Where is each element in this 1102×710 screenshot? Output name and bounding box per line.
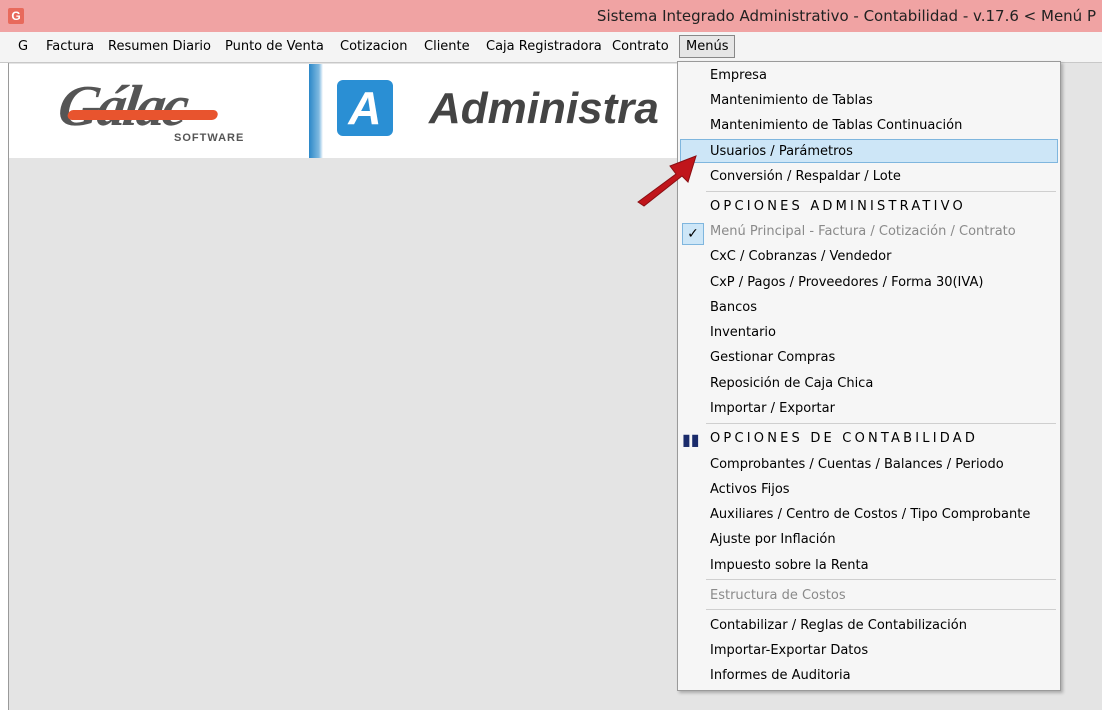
menu-item-menu-principal: Menú Principal - Factura / Cotización / …	[710, 224, 1016, 239]
menu-item-mantenimiento-tablas-cont[interactable]: Mantenimiento de Tablas Continuación	[710, 118, 962, 133]
menu-g[interactable]: G	[18, 39, 28, 54]
menu-item-importar-exportar-datos[interactable]: Importar-Exportar Datos	[710, 643, 868, 658]
product-name: Administra	[429, 84, 659, 133]
menu-item-empresa[interactable]: Empresa	[710, 68, 767, 83]
menu-contrato[interactable]: Contrato	[612, 39, 669, 54]
logo-swoosh	[66, 110, 219, 120]
menu-separator	[706, 609, 1056, 610]
menu-cotizacion[interactable]: Cotizacion	[340, 39, 407, 54]
menu-menus[interactable]: Menús	[679, 35, 736, 58]
menus-dropdown: Empresa Mantenimiento de Tablas Mantenim…	[677, 61, 1061, 691]
menu-item-inventario[interactable]: Inventario	[710, 325, 776, 340]
menu-item-comprobantes[interactable]: Comprobantes / Cuentas / Balances / Peri…	[710, 457, 1004, 472]
menu-punto-de-venta[interactable]: Punto de Venta	[225, 39, 324, 54]
check-icon: ✓	[682, 223, 704, 245]
title-bar: G Sistema Integrado Administrativo - Con…	[0, 0, 1102, 32]
menu-separator	[706, 423, 1056, 424]
red-arrow-icon	[637, 155, 697, 207]
menu-separator	[706, 579, 1056, 580]
menu-caja-registradora[interactable]: Caja Registradora	[486, 39, 602, 54]
app-banner: Gálac SOFTWARE A Administra	[9, 64, 689, 158]
logo-subtext: SOFTWARE	[174, 132, 245, 144]
menu-item-gestionar-compras[interactable]: Gestionar Compras	[710, 350, 835, 365]
books-icon: ▮▮	[682, 430, 700, 449]
galac-logo: Gálac	[54, 72, 219, 139]
menu-separator	[706, 191, 1056, 192]
menu-item-impuesto-renta[interactable]: Impuesto sobre la Renta	[710, 558, 869, 573]
menu-item-usuarios-parametros[interactable]: Usuarios / Parámetros	[710, 144, 853, 159]
window-title: Sistema Integrado Administrativo - Conta…	[596, 7, 1096, 25]
menu-item-caja-chica[interactable]: Reposición de Caja Chica	[710, 376, 873, 391]
logo-text: Gálac	[54, 73, 191, 138]
menu-item-activos-fijos[interactable]: Activos Fijos	[710, 482, 790, 497]
menu-cliente[interactable]: Cliente	[424, 39, 470, 54]
menu-item-contabilizar[interactable]: Contabilizar / Reglas de Contabilización	[710, 618, 967, 633]
menu-item-conversion[interactable]: Conversión / Respaldar / Lote	[710, 169, 901, 184]
menu-factura[interactable]: Factura	[46, 39, 94, 54]
menu-item-cxc[interactable]: CxC / Cobranzas / Vendedor	[710, 249, 891, 264]
menu-resumen-diario[interactable]: Resumen Diario	[108, 39, 211, 54]
menu-item-estructura-costos: Estructura de Costos	[710, 588, 846, 603]
menu-item-importar-exportar[interactable]: Importar / Exportar	[710, 401, 835, 416]
menu-item-ajuste-inflacion[interactable]: Ajuste por Inflación	[710, 532, 836, 547]
menu-item-bancos[interactable]: Bancos	[710, 300, 757, 315]
menu-item-cxp[interactable]: CxP / Pagos / Proveedores / Forma 30(IVA…	[710, 275, 983, 290]
menu-item-mantenimiento-tablas[interactable]: Mantenimiento de Tablas	[710, 93, 873, 108]
section-header-administrativo: OPCIONES ADMINISTRATIVO	[710, 199, 966, 214]
section-header-contabilidad: OPCIONES DE CONTABILIDAD	[710, 431, 979, 446]
admin-a-icon: A	[337, 80, 393, 136]
app-g-icon[interactable]: G	[8, 8, 24, 24]
menu-bar: G Factura Resumen Diario Punto de Venta …	[0, 32, 1102, 63]
menu-item-auxiliares[interactable]: Auxiliares / Centro de Costos / Tipo Com…	[710, 507, 1030, 522]
menu-item-informes-auditoria[interactable]: Informes de Auditoria	[710, 668, 851, 683]
